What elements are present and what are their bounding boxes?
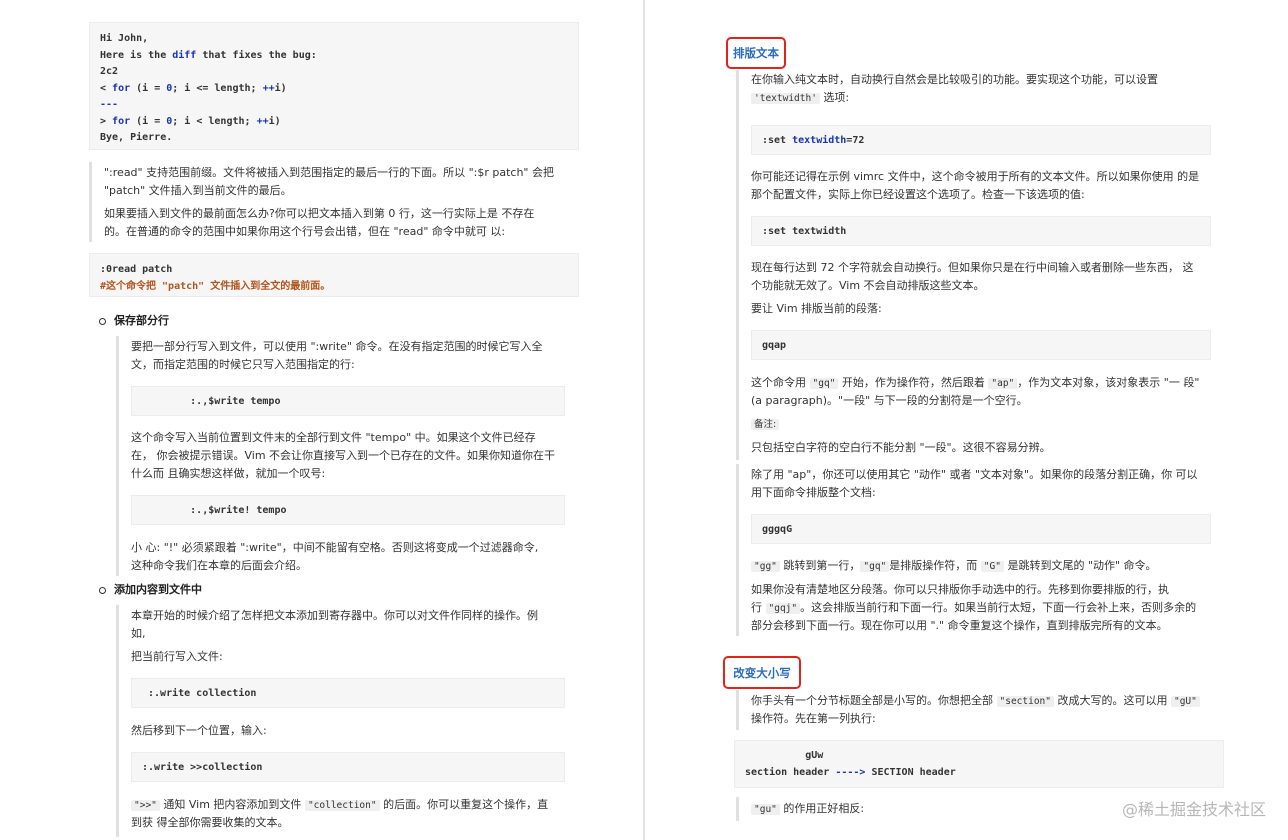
code-write-tempo-bang: :.,$write! tempo (131, 495, 565, 525)
code-append-collection: :.write >>collection (131, 752, 565, 782)
code-line: 2c2 (100, 66, 119, 77)
append-para-4: ">>" 通知 Vim 把内容添加到文件 "collection" 的后面。你可… (131, 798, 549, 829)
case-section-quote (736, 690, 739, 730)
format-section-quote-2 (736, 464, 739, 636)
watermark: @稀土掘金技术社区 (1121, 800, 1266, 819)
append-para-1: 本章开始的时候介绍了怎样把文本添加到寄存器中。你可以对文件作同样的操作。例 如, (131, 609, 538, 640)
code-write-tempo: :.,$write tempo (131, 386, 565, 416)
code-line: Here is the diff that fixes the bug: (100, 49, 317, 61)
note-label: 备注: (751, 415, 780, 433)
case-para-1: 你手头有一个分节标题全部是小写的。你想把全部 "section" 改成大写的。这… (751, 692, 1200, 728)
code-gqap: gqap (751, 330, 1211, 360)
code-set-textwidth-query: :set textwidth (751, 216, 1211, 246)
right-page: 排版文本 在你输入纯文本时，自动换行自然会是比较吸引的功能。要实现这个功能，可以… (645, 0, 1288, 840)
heading-format-text: 排版文本 (726, 37, 786, 69)
left-page: Hi John, Here is the diff that fixes the… (0, 0, 643, 840)
save-section-quote (116, 336, 119, 576)
bullet-append: 添加内容到文件中 (114, 583, 202, 596)
fmt-para-6: 只包括空白字符的空白行不能分割 "一段"。这很不容易分辨。 (751, 441, 1051, 454)
save-para-1: 要把一部分行写入到文件，可以使用 ":write" 命令。在没有指定范围的时候它… (131, 340, 543, 371)
save-para-3: 小 心: "!" 必须紧跟着 ":write"，中间不能留有空格。否则这将变成一… (131, 541, 539, 572)
range-note-2: 如果要插入到文件的最前面怎么办?你可以把文本插入到第 0 行，这一行实际上是 不… (104, 207, 535, 238)
code-0read: :0read patch #这个命令把 "patch" 文件插入到全文的最前面。 (89, 253, 579, 297)
fmt-para-7: 除了用 "ap"，你还可以使用其它 "动作" 或者 "文本对象"。如果你的段落分… (751, 468, 1198, 499)
code-line: Bye, Pierre. (100, 132, 173, 143)
bullet-save-partial: 保存部分行 (114, 314, 169, 327)
code-set-textwidth: :set textwidth =72 (751, 125, 1211, 155)
heading-change-case: 改变大小写 (723, 656, 801, 689)
format-section-quote (736, 70, 739, 460)
fmt-para-1: 在你输入纯文本时，自动换行自然会是比较吸引的功能。要实现这个功能，可以设置 't… (751, 73, 1158, 104)
append-para-3: 然后移到下一个位置，输入: (131, 724, 267, 737)
save-para-2: 这个命令写入当前位置到文件末的全部行到文件 "tempo" 中。如果这个文件已经… (131, 431, 556, 480)
code-write-collection: :.write collection (131, 678, 565, 708)
code-gggqG: gggqG (751, 514, 1211, 544)
case-section-quote-2 (736, 797, 739, 821)
range-note-1: ":read" 支持范围前缀。文件将被插入到范围指定的最后一行的下面。所以 ":… (104, 166, 554, 197)
fmt-para-5: 这个命令用 "gq" 开始，作为操作符，然后跟着 "ap" ，作为文本对象，该对象… (751, 376, 1200, 407)
case-para-2: "gu" 的作用正好相反: (751, 800, 864, 818)
append-para-2: 把当前行写入文件: (131, 650, 223, 663)
code-line: < for (i = 0; i <= length; ++i) (100, 82, 287, 94)
fmt-para-9: 如果你没有清楚地区分段落。你可以只排版你手动选中的行。先移到你要排版的行，执 行… (751, 583, 1197, 632)
code-gUw: gUw section header ----> SECTION header (734, 740, 1224, 788)
email-code-block: Hi John, Here is the diff that fixes the… (89, 22, 579, 150)
fmt-para-4: 要让 Vim 排版当前的段落: (751, 302, 882, 315)
code-line: > for (i = 0; i < length; ++i) (100, 115, 281, 127)
bullet-icon (99, 318, 106, 325)
fmt-para-3: 现在每行达到 72 个字符就会自动换行。但如果你只是在行中间输入或者删除一些东西… (751, 261, 1194, 292)
fmt-para-2: 你可能还记得在示例 vimrc 文件中，这个命令被用于所有的文本文件。所以如果你… (751, 170, 1200, 201)
append-section-quote (116, 605, 119, 837)
bullet-icon (99, 587, 106, 594)
code-line: Hi John, (100, 33, 149, 44)
code-line: --- (100, 99, 119, 110)
range-note-quote (89, 162, 92, 242)
fmt-para-8: "gg" 跳转到第一行， "gq" 是排版操作符，而 "G" 是跳转到文尾的 "动作… (751, 557, 1157, 575)
